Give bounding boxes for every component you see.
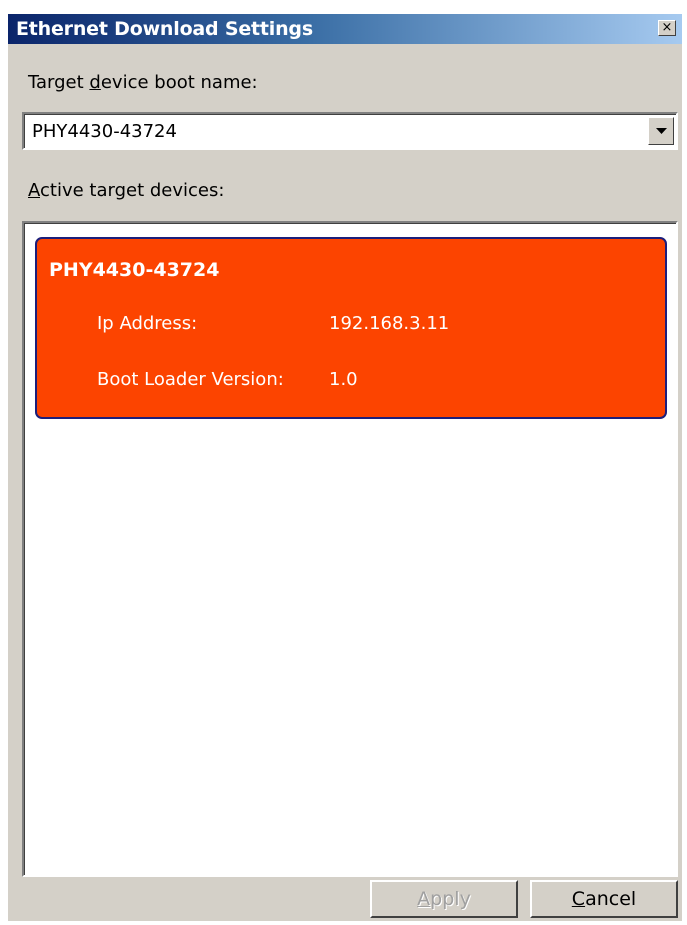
bootloader-version-label: Boot Loader Version: (97, 369, 284, 390)
settings-dialog: Ethernet Download Settings × Target devi… (8, 14, 682, 921)
window-title: Ethernet Download Settings (16, 18, 313, 40)
close-button[interactable]: × (658, 20, 676, 36)
bootloader-version-value: 1.0 (329, 369, 358, 390)
close-icon: × (661, 20, 673, 35)
active-devices-list[interactable]: PHY4430-43724 Ip Address: 192.168.3.11 B… (22, 221, 678, 877)
ip-address-value: 192.168.3.11 (329, 313, 450, 334)
chevron-down-icon (656, 128, 667, 134)
title-bar[interactable]: Ethernet Download Settings × (8, 14, 682, 44)
boot-name-label: Target device boot name: (28, 72, 258, 93)
device-card[interactable]: PHY4430-43724 Ip Address: 192.168.3.11 B… (35, 237, 667, 419)
dropdown-button[interactable] (648, 117, 674, 145)
boot-name-value[interactable]: PHY4430-43724 (32, 121, 177, 143)
cancel-button[interactable]: Cancel (530, 880, 678, 918)
ip-address-label: Ip Address: (97, 313, 198, 334)
active-devices-label: Active target devices: (28, 180, 225, 201)
device-name: PHY4430-43724 (49, 259, 220, 281)
boot-name-combobox[interactable]: PHY4430-43724 (22, 112, 678, 150)
apply-button[interactable]: Apply (370, 880, 518, 918)
